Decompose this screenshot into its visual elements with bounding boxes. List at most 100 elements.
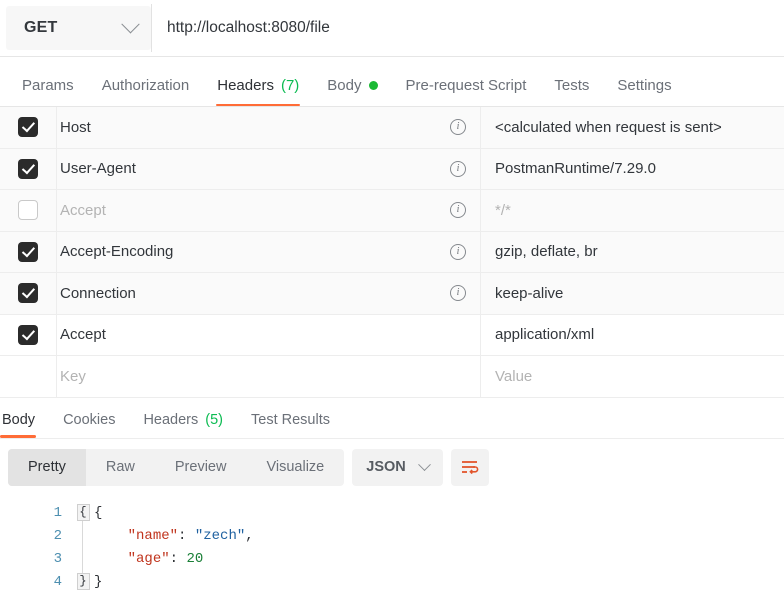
request-tab-settings[interactable]: Settings: [603, 77, 685, 106]
word-wrap-toggle-button[interactable]: [450, 448, 489, 486]
table-row: User-Agent i PostmanRuntime/7.29.0: [0, 148, 784, 190]
header-key-text: Accept: [60, 201, 106, 219]
view-mode-preview[interactable]: Preview: [155, 449, 247, 486]
header-key-cell[interactable]: Key: [57, 356, 481, 397]
checkbox-checked-icon: [18, 158, 38, 179]
header-enabled-checkbox[interactable]: [0, 273, 57, 314]
info-icon[interactable]: i: [450, 119, 466, 136]
code-token-pun: [94, 528, 128, 544]
body-present-dot-icon: [368, 81, 378, 90]
info-icon[interactable]: i: [450, 202, 466, 219]
code-token-pun: {: [94, 504, 103, 521]
header-key-text: Accept: [60, 326, 106, 344]
code-fold-marker[interactable]: {: [72, 502, 94, 525]
tab-label: Pre-request Script: [405, 77, 527, 94]
code-token-pun: [94, 551, 128, 567]
request-url-input[interactable]: http://localhost:8080/file: [152, 0, 784, 56]
line-number: 1: [53, 504, 62, 521]
header-key-text: Connection: [60, 284, 136, 302]
response-tab-body[interactable]: Body: [0, 412, 49, 438]
code-line: {: [94, 502, 784, 525]
request-tab-body[interactable]: Body: [313, 77, 391, 106]
header-value-cell[interactable]: keep-alive: [481, 273, 784, 314]
code-fold-spacer: [72, 548, 94, 571]
header-key-cell[interactable]: Host i: [57, 107, 481, 148]
header-key-text: Key: [60, 367, 86, 385]
code-line: "name": "zech",: [94, 525, 784, 548]
tab-label: Cookies: [63, 411, 116, 428]
header-key-text: User-Agent: [60, 160, 136, 178]
word-wrap-icon: [462, 461, 479, 475]
header-enabled-checkbox[interactable]: [0, 314, 57, 355]
header-key-cell[interactable]: User-Agent i: [57, 148, 481, 189]
header-key-cell[interactable]: Accept i: [57, 190, 481, 231]
code-fold-gutter[interactable]: {}: [72, 502, 94, 594]
http-method-select[interactable]: GET: [6, 6, 151, 50]
info-icon[interactable]: i: [450, 285, 466, 302]
line-number: 3: [53, 550, 62, 567]
response-view-mode-group: Pretty Raw Preview Visualize: [8, 448, 345, 486]
view-mode-raw[interactable]: Raw: [86, 449, 155, 486]
tab-count: (7): [280, 77, 300, 94]
fold-brace: {: [76, 503, 90, 521]
response-tab-cookies[interactable]: Cookies: [49, 412, 129, 438]
header-value-cell[interactable]: Value: [481, 356, 784, 397]
request-tab-authorization[interactable]: Authorization: [88, 77, 204, 106]
tab-label: Test Results: [251, 411, 330, 428]
header-value-cell[interactable]: */*: [481, 190, 784, 231]
checkbox-checked-icon: [18, 283, 38, 304]
tab-label: Settings: [617, 77, 672, 94]
checkbox-checked-icon: [18, 117, 38, 138]
request-url-bar: GET http://localhost:8080/file: [0, 0, 784, 57]
request-tab-headers[interactable]: Headers (7): [203, 77, 313, 106]
header-key-cell[interactable]: Accept: [57, 314, 481, 355]
code-token-key: "age": [127, 550, 170, 567]
headers-table: Host i <calculated when request is sent> Us…: [0, 107, 784, 398]
table-row: Host i <calculated when request is sent>: [0, 107, 784, 149]
header-value-cell[interactable]: application/xml: [481, 315, 784, 356]
line-number: 4: [53, 573, 62, 590]
code-token-str: "zech": [194, 527, 246, 544]
response-format-select[interactable]: JSON: [352, 448, 443, 486]
response-body-viewer[interactable]: 1 2 3 4 {} { "name": "zech", "age": 20}: [0, 496, 784, 594]
tab-label: Body: [2, 411, 36, 428]
request-tab-tests[interactable]: Tests: [540, 77, 603, 106]
header-value-cell[interactable]: PostmanRuntime/7.29.0: [481, 149, 784, 190]
header-enabled-checkbox[interactable]: [0, 231, 57, 272]
info-icon[interactable]: i: [450, 243, 466, 260]
line-number-gutter: 1 2 3 4: [0, 502, 72, 594]
header-enabled-checkbox[interactable]: [0, 107, 57, 148]
response-tabs: Body Cookies Headers (5) Test Results: [0, 397, 784, 439]
header-enabled-checkbox[interactable]: [0, 148, 57, 189]
header-checkbox-placeholder: [0, 356, 57, 397]
checkbox-unchecked-icon: [18, 200, 38, 221]
table-row: Connection i keep-alive: [0, 273, 784, 315]
request-tabs: Params Authorization Headers (7) Body Pre-req…: [0, 57, 784, 107]
code-token-pun: }: [94, 573, 103, 590]
header-key-cell[interactable]: Connection i: [57, 273, 481, 314]
tab-label: Authorization: [101, 77, 190, 94]
code-token-pun: ,: [245, 527, 254, 544]
checkbox-checked-icon: [18, 241, 38, 262]
checkbox-checked-icon: [18, 324, 38, 345]
view-mode-pretty[interactable]: Pretty: [8, 448, 86, 486]
request-tab-pre-request-script[interactable]: Pre-request Script: [392, 77, 541, 106]
code-fold-marker[interactable]: }: [72, 571, 94, 594]
header-value-cell[interactable]: <calculated when request is sent>: [481, 107, 784, 148]
view-mode-visualize[interactable]: Visualize: [246, 449, 344, 486]
response-tab-headers[interactable]: Headers (5): [129, 412, 237, 438]
header-enabled-checkbox[interactable]: [0, 190, 57, 231]
tab-label: Params: [22, 77, 74, 94]
code-token-pun: :: [178, 527, 195, 544]
tab-label: Headers: [143, 411, 199, 428]
header-key-cell[interactable]: Accept-Encoding i: [57, 231, 481, 272]
response-format-label: JSON: [366, 459, 406, 475]
response-tab-test-results[interactable]: Test Results: [237, 412, 344, 438]
request-tab-params[interactable]: Params: [8, 77, 88, 106]
fold-brace: }: [76, 572, 90, 590]
table-row: Accept-Encoding i gzip, deflate, br: [0, 231, 784, 273]
tab-count: (5): [205, 411, 223, 428]
info-icon[interactable]: i: [450, 160, 466, 177]
header-value-cell[interactable]: gzip, deflate, br: [481, 232, 784, 273]
http-method-label: GET: [24, 19, 58, 36]
